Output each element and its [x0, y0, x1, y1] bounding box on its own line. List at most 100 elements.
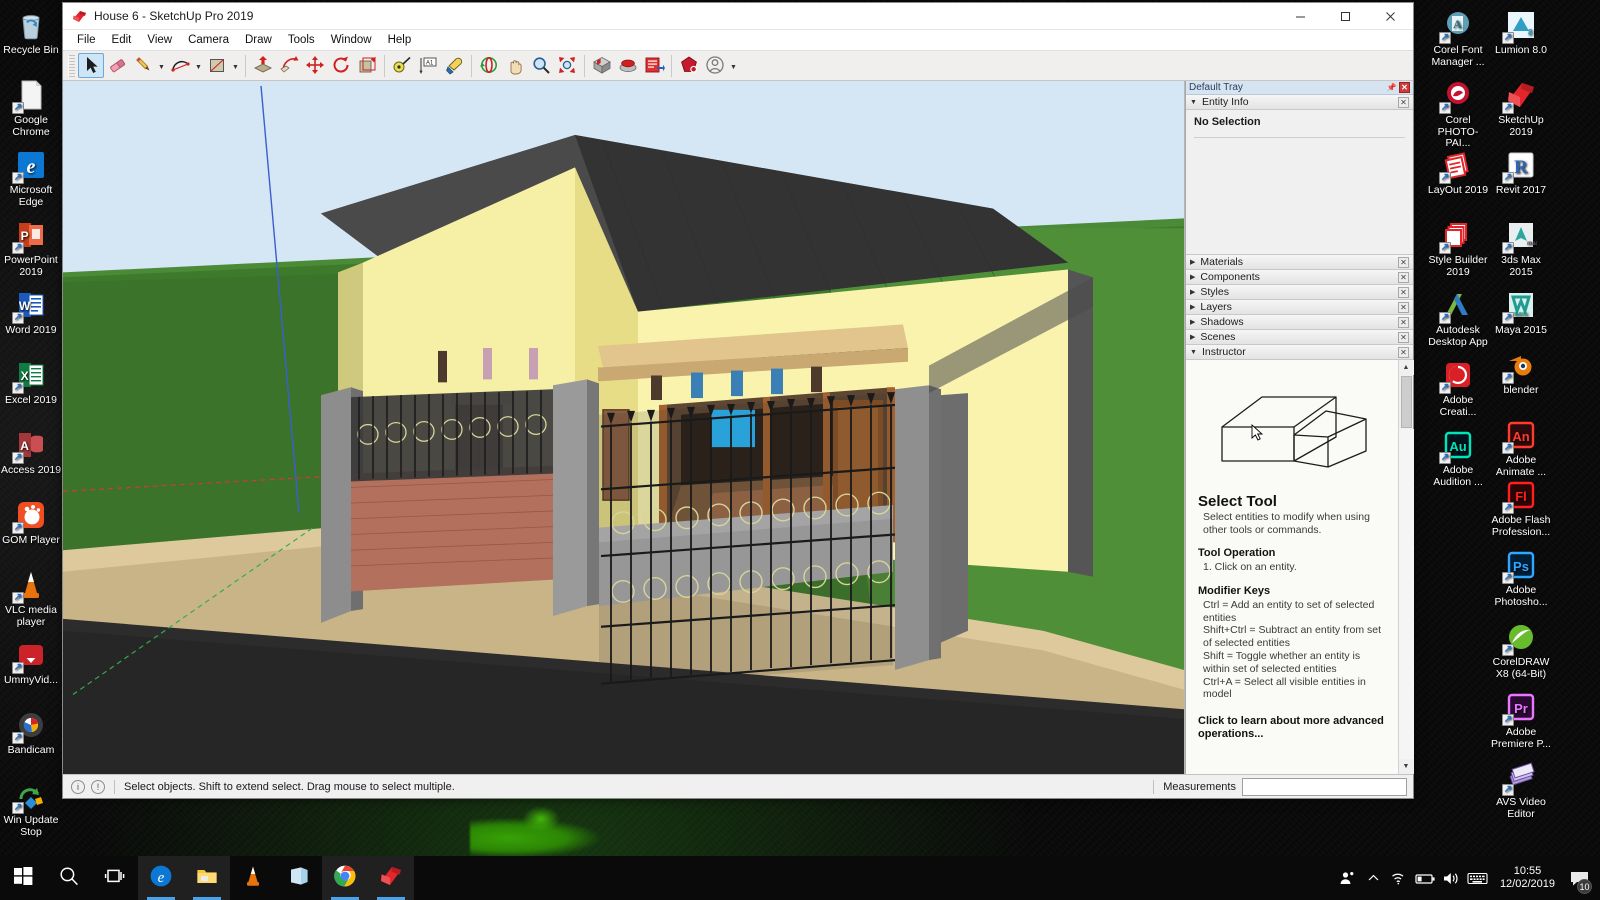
- menu-item-help[interactable]: Help: [380, 32, 420, 48]
- panel-close-components[interactable]: ✕: [1398, 271, 1409, 283]
- desktop-icon-corel-photo-pai[interactable]: Corel PHOTO-PAI...: [1427, 78, 1489, 150]
- select-tool[interactable]: [78, 53, 104, 78]
- menu-item-draw[interactable]: Draw: [237, 32, 280, 48]
- rectangle-tool-dropdown-arrow-icon[interactable]: ▼: [230, 53, 241, 78]
- warehouse-share-model[interactable]: [615, 53, 641, 78]
- arc-tool-dropdown-arrow-icon[interactable]: ▼: [193, 53, 204, 78]
- taskbar-store[interactable]: [276, 856, 322, 900]
- eraser-tool[interactable]: [104, 53, 130, 78]
- pan-tool[interactable]: [502, 53, 528, 78]
- panel-header-instructor[interactable]: ▼ Instructor ✕: [1186, 345, 1413, 360]
- wifi-icon[interactable]: [1387, 856, 1413, 900]
- panel-close-materials[interactable]: ✕: [1398, 256, 1409, 268]
- panel-close-layers[interactable]: ✕: [1398, 301, 1409, 313]
- move-tool[interactable]: [302, 53, 328, 78]
- menu-item-file[interactable]: File: [69, 32, 104, 48]
- warehouse-extension[interactable]: [641, 53, 667, 78]
- close-button[interactable]: [1368, 3, 1413, 30]
- panel-header-components[interactable]: ▶ Components ✕: [1186, 270, 1413, 285]
- desktop-icon-layout-2019[interactable]: LayOut 2019: [1427, 148, 1489, 197]
- rectangle-tool[interactable]: [204, 53, 230, 78]
- status-info-icon[interactable]: i: [71, 779, 85, 794]
- desktop-icon-adobe-flash-profession[interactable]: Fl Adobe Flash Profession...: [1490, 478, 1552, 538]
- people-icon[interactable]: [1335, 856, 1361, 900]
- zoom-tool[interactable]: [528, 53, 554, 78]
- taskbar-sketchup[interactable]: [368, 856, 414, 900]
- panel-close-scenes[interactable]: ✕: [1398, 331, 1409, 343]
- desktop-icon-avs-video-editor[interactable]: AVS Video Editor: [1490, 760, 1552, 820]
- maximize-button[interactable]: [1323, 3, 1368, 30]
- tray-autohide-pin-icon[interactable]: 📌: [1386, 82, 1397, 93]
- account-button-dropdown-arrow-icon[interactable]: ▼: [728, 53, 739, 78]
- desktop-icon-word-2019[interactable]: W Word 2019: [0, 288, 62, 337]
- dimension-tool[interactable]: A1: [415, 53, 441, 78]
- account-button[interactable]: [702, 53, 728, 78]
- panel-header-styles[interactable]: ▶ Styles ✕: [1186, 285, 1413, 300]
- battery-icon[interactable]: [1413, 856, 1439, 900]
- taskbar-file-explorer[interactable]: [184, 856, 230, 900]
- measurements-input[interactable]: [1242, 777, 1407, 796]
- desktop-icon-revit-2017[interactable]: R Revit 2017: [1490, 148, 1552, 197]
- show-hidden-icons-chevron[interactable]: [1361, 856, 1387, 900]
- paint-bucket-tool[interactable]: [441, 53, 467, 78]
- follow-me-tool[interactable]: [276, 53, 302, 78]
- menu-item-tools[interactable]: Tools: [280, 32, 323, 48]
- zoom-extents-tool[interactable]: [554, 53, 580, 78]
- desktop-icon-adobe-animate[interactable]: An Adobe Animate ...: [1490, 418, 1552, 478]
- desktop-icon-ummyvid[interactable]: UmmyVid...: [0, 638, 62, 687]
- scrollbar-track[interactable]: [1398, 429, 1414, 759]
- status-warning-icon[interactable]: !: [91, 779, 105, 794]
- menu-item-window[interactable]: Window: [323, 32, 380, 48]
- arc-tool[interactable]: [167, 53, 193, 78]
- desktop-icon-sketchup-2019[interactable]: SketchUp 2019: [1490, 78, 1552, 138]
- scrollbar-thumb[interactable]: [1400, 376, 1412, 428]
- desktop-icon-microsoft-edge[interactable]: e Microsoft Edge: [0, 148, 62, 208]
- desktop-icon-google-chrome[interactable]: Google Chrome: [0, 78, 62, 138]
- push-pull-tool[interactable]: [250, 53, 276, 78]
- line-tool-dropdown-arrow-icon[interactable]: ▼: [156, 53, 167, 78]
- toolbar-drag-handle[interactable]: [68, 54, 75, 77]
- desktop-icon-style-builder-2019[interactable]: Style Builder 2019: [1427, 218, 1489, 278]
- notification-center-button[interactable]: 10: [1564, 856, 1594, 900]
- desktop-icon-gom-player[interactable]: GOM Player: [0, 498, 62, 547]
- menu-item-edit[interactable]: Edit: [104, 32, 140, 48]
- desktop-icon-corel-font-manager[interactable]: A Corel Font Manager ...: [1427, 8, 1489, 68]
- scroll-up-arrow-icon[interactable]: ▲: [1398, 360, 1414, 375]
- panel-header-shadows[interactable]: ▶ Shadows ✕: [1186, 315, 1413, 330]
- desktop-icon-excel-2019[interactable]: X Excel 2019: [0, 358, 62, 407]
- warehouse-get-models[interactable]: [589, 53, 615, 78]
- panel-header-materials[interactable]: ▶ Materials ✕: [1186, 255, 1413, 270]
- instructor-scrollbar[interactable]: ▲ ▼: [1398, 360, 1414, 774]
- search-button[interactable]: [46, 856, 92, 900]
- instructor-learn-more-link[interactable]: Click to learn about more advanced opera…: [1198, 715, 1388, 741]
- taskbar-edge[interactable]: e: [138, 856, 184, 900]
- desktop-icon-blender[interactable]: blender: [1490, 348, 1552, 397]
- menu-item-camera[interactable]: Camera: [180, 32, 237, 48]
- panel-close-styles[interactable]: ✕: [1398, 286, 1409, 298]
- keyboard-icon[interactable]: [1465, 856, 1491, 900]
- tape-measure-tool[interactable]: [389, 53, 415, 78]
- desktop-icon-adobe-audition[interactable]: Au Adobe Audition ...: [1427, 428, 1489, 488]
- extension-warehouse-button[interactable]: [676, 53, 702, 78]
- desktop-icon-access-2019[interactable]: A Access 2019: [0, 428, 62, 477]
- panel-header-layers[interactable]: ▶ Layers ✕: [1186, 300, 1413, 315]
- line-tool[interactable]: [130, 53, 156, 78]
- orbit-tool[interactable]: [476, 53, 502, 78]
- taskbar-clock[interactable]: 10:55 12/02/2019: [1491, 856, 1564, 900]
- desktop-icon-adobe-photosho[interactable]: Ps Adobe Photosho...: [1490, 548, 1552, 608]
- desktop-icon-coreldraw-x8-64-bit[interactable]: CorelDRAW X8 (64-Bit): [1490, 620, 1552, 680]
- rotate-tool[interactable]: [328, 53, 354, 78]
- scale-tool[interactable]: [354, 53, 380, 78]
- task-view-button[interactable]: [92, 856, 138, 900]
- desktop-icon-adobe-premiere-p[interactable]: Pr Adobe Premiere P...: [1490, 690, 1552, 750]
- desktop-icon-vlc-media-player[interactable]: VLC media player: [0, 568, 62, 628]
- panel-header-scenes[interactable]: ▶ Scenes ✕: [1186, 330, 1413, 345]
- desktop-icon-maya-2015[interactable]: MAYA Maya 2015: [1490, 288, 1552, 337]
- taskbar-chrome[interactable]: [322, 856, 368, 900]
- desktop-icon-adobe-creati[interactable]: Adobe Creati...: [1427, 358, 1489, 418]
- minimize-button[interactable]: [1278, 3, 1323, 30]
- model-viewport[interactable]: [63, 81, 1185, 774]
- desktop-icon-lumion-8-0[interactable]: 8 Lumion 8.0: [1490, 8, 1552, 57]
- desktop-icon-win-update-stop[interactable]: Win Update Stop: [0, 778, 62, 838]
- panel-close-entity-info[interactable]: ✕: [1398, 96, 1409, 108]
